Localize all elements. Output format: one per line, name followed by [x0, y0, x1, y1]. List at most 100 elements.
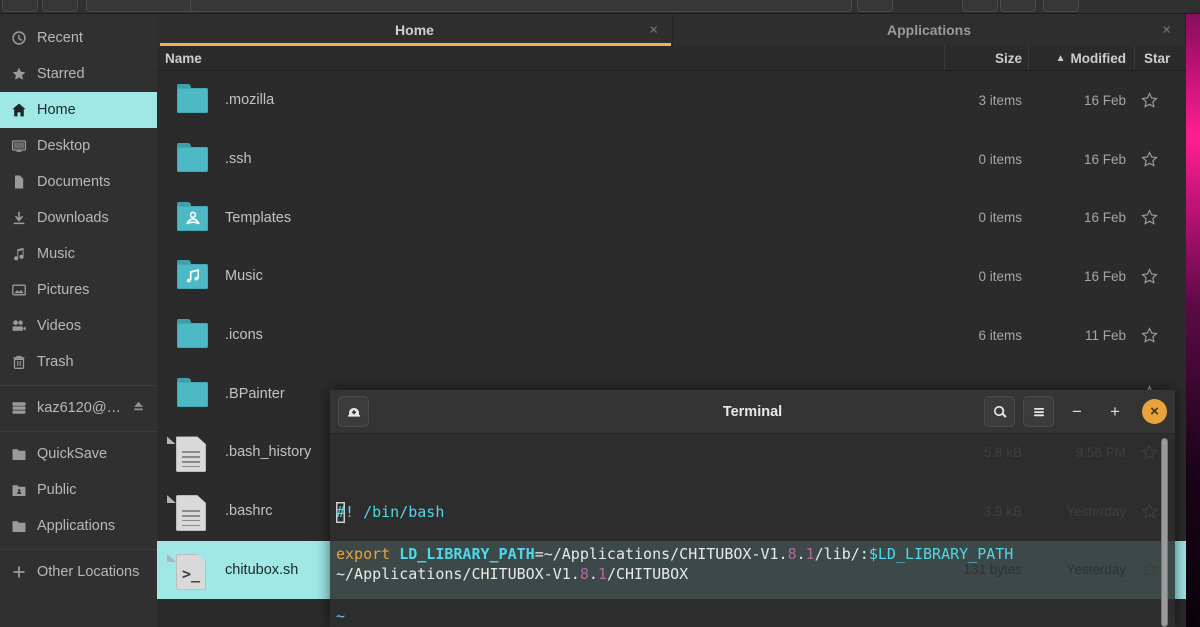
header-button[interactable] — [86, 0, 204, 12]
tab-applications[interactable]: Applications × — [673, 14, 1186, 46]
terminal-text: 8 — [580, 565, 589, 583]
sidebar-item-label: Music — [37, 246, 75, 262]
minimize-button[interactable]: − — [1062, 397, 1092, 427]
sidebar-item-starred[interactable]: Starred — [0, 56, 157, 92]
sidebar-item-downloads[interactable]: Downloads — [0, 200, 157, 236]
column-header-modified[interactable]: ▲ Modified — [1028, 46, 1134, 70]
sidebar-item-desktop[interactable]: Desktop — [0, 128, 157, 164]
sidebar-divider — [0, 385, 157, 386]
file-name-label: Music — [225, 268, 263, 284]
terminal-text: 1 — [598, 565, 607, 583]
music-note-icon — [10, 246, 27, 263]
table-row[interactable]: .icons6 items11 Feb — [157, 306, 1186, 365]
plus-icon — [10, 564, 27, 581]
header-button[interactable] — [1043, 0, 1079, 12]
file-name-label: Templates — [225, 210, 291, 226]
file-size-cell: 6 items — [944, 328, 1028, 343]
close-icon[interactable]: × — [1162, 22, 1171, 39]
file-name-label: .BPainter — [225, 386, 285, 402]
drive-icon — [10, 400, 27, 417]
file-name-cell[interactable]: .ssh — [157, 143, 944, 175]
header-button[interactable] — [962, 0, 998, 12]
terminal-scrollbar[interactable] — [1161, 438, 1168, 627]
sidebar-item-pictures[interactable]: Pictures — [0, 272, 157, 308]
terminal-line: export LD_LIBRARY_PATH=~/Applications/CH… — [336, 544, 1175, 565]
column-header-name[interactable]: Name — [157, 46, 944, 70]
sidebar-item-applications[interactable]: Applications — [0, 508, 157, 544]
file-name-label: .bashrc — [225, 503, 273, 519]
sidebar-item-label: Trash — [37, 354, 74, 370]
sidebar-item-label: Other Locations — [37, 564, 139, 580]
terminal-titlebar[interactable]: Terminal − + × — [330, 390, 1175, 434]
terminal-output[interactable]: #! /bin/bash export LD_LIBRARY_PATH=~/Ap… — [330, 434, 1175, 627]
terminal-cursor: # — [336, 502, 345, 523]
sidebar-item-music[interactable]: Music — [0, 236, 157, 272]
terminal-line: ~/Applications/CHITUBOX-V1.8.1/CHITUBOX — [336, 564, 1175, 585]
terminal-line — [336, 523, 1175, 544]
sidebar-item-quicksave[interactable]: QuickSave — [0, 436, 157, 472]
sidebar-item-label: Videos — [37, 318, 81, 334]
table-row[interactable]: Music0 items16 Feb — [157, 247, 1186, 306]
star-icon[interactable] — [1134, 209, 1186, 226]
eject-icon[interactable] — [132, 400, 145, 417]
star-icon[interactable] — [1134, 268, 1186, 285]
header-search-field[interactable] — [190, 0, 852, 12]
header-button[interactable] — [1000, 0, 1036, 12]
sidebar-item-label: Recent — [37, 30, 83, 46]
sort-ascending-icon: ▲ — [1056, 53, 1066, 64]
terminal-text: /bin/bash — [363, 503, 444, 521]
sidebar-item-documents[interactable]: Documents — [0, 164, 157, 200]
sidebar-item-videos[interactable]: Videos — [0, 308, 157, 344]
terminal-line: ~ — [336, 606, 1175, 627]
sidebar-item-public[interactable]: Public — [0, 472, 157, 508]
file-size-cell: 0 items — [944, 210, 1028, 225]
add-terminal-icon[interactable] — [338, 396, 369, 427]
header-button[interactable] — [2, 0, 38, 12]
sidebar-item-label: Applications — [37, 518, 115, 534]
table-row[interactable]: .ssh0 items16 Feb — [157, 130, 1186, 189]
column-header-star[interactable]: Star — [1134, 46, 1186, 70]
star-icon[interactable] — [1134, 151, 1186, 168]
file-name-label: .icons — [225, 327, 263, 343]
maximize-button[interactable]: + — [1100, 397, 1130, 427]
file-name-cell[interactable]: .icons — [157, 319, 944, 351]
sidebar-item-trash[interactable]: Trash — [0, 344, 157, 380]
search-icon[interactable] — [984, 396, 1015, 427]
file-name-label: .ssh — [225, 151, 252, 167]
sidebar-item-label: Desktop — [37, 138, 90, 154]
column-headers: Name Size ▲ Modified Star — [157, 46, 1186, 71]
table-row[interactable]: Templates0 items16 Feb — [157, 188, 1186, 247]
home-icon — [10, 102, 27, 119]
sidebar-item-home[interactable]: Home — [0, 92, 157, 128]
folder-icon — [10, 518, 27, 535]
sidebar-item-label: QuickSave — [37, 446, 107, 462]
close-button[interactable]: × — [1142, 399, 1167, 424]
sidebar-item-label: Pictures — [37, 282, 89, 298]
file-name-cell[interactable]: .mozilla — [157, 84, 944, 116]
close-icon[interactable]: × — [649, 22, 658, 39]
folder-icon — [10, 446, 27, 463]
star-icon — [10, 66, 27, 83]
sidebar-item-kaz6120[interactable]: kaz6120@… — [0, 390, 157, 426]
tab-home[interactable]: Home × — [157, 14, 673, 46]
file-name-label: chitubox.sh — [225, 562, 298, 578]
terminal-text: $LD_LIBRARY_PATH — [869, 545, 1014, 563]
column-header-name-label: Name — [165, 51, 202, 66]
terminal-text: ~ — [336, 607, 345, 625]
star-icon[interactable] — [1134, 327, 1186, 344]
sidebar-item-other-locations[interactable]: Other Locations — [0, 554, 157, 590]
picture-icon — [10, 282, 27, 299]
header-button[interactable] — [42, 0, 78, 12]
file-name-cell[interactable]: Templates — [157, 202, 944, 234]
star-icon[interactable] — [1134, 92, 1186, 109]
sidebar-item-recent[interactable]: Recent — [0, 20, 157, 56]
table-row[interactable]: .mozilla3 items16 Feb — [157, 71, 1186, 130]
header-button[interactable] — [857, 0, 893, 12]
sidebar-item-label: Downloads — [37, 210, 109, 226]
terminal-text: ! — [345, 503, 363, 521]
sidebar-item-label: Starred — [37, 66, 85, 82]
hamburger-menu-icon[interactable] — [1023, 396, 1054, 427]
file-name-label: .mozilla — [225, 92, 274, 108]
column-header-size[interactable]: Size — [944, 46, 1028, 70]
file-name-cell[interactable]: Music — [157, 260, 944, 292]
